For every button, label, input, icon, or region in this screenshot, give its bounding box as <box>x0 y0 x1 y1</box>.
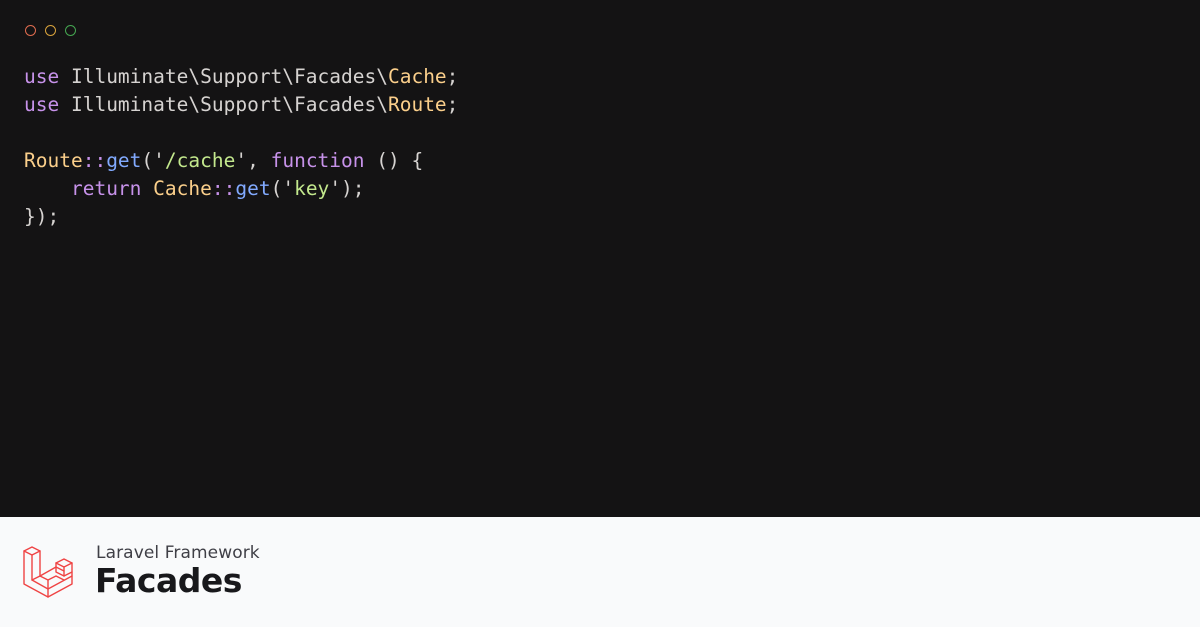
code-token-method: get <box>235 177 271 200</box>
code-token-method: get <box>106 149 142 172</box>
code-token-class: Cache <box>387 65 447 88</box>
minimize-dot-icon[interactable] <box>45 25 56 36</box>
code-token-keyword: use <box>24 65 60 88</box>
code-token-class: Route <box>24 149 83 172</box>
footer-subtitle: Laravel Framework <box>96 543 260 563</box>
code-token-operator: :: <box>211 177 236 200</box>
code-token-class: Route <box>387 93 447 116</box>
code-token-punct: () { <box>364 149 424 172</box>
code-token-text: Illuminate\Support\Facades\ <box>59 93 388 116</box>
code-token-punct: ', <box>235 149 271 172</box>
code-token-punct: (' <box>270 177 295 200</box>
laravel-logo-icon <box>23 546 73 598</box>
code-token-operator: :: <box>82 149 107 172</box>
code-block: use Illuminate\Support\Facades\Cache; use… <box>24 63 458 231</box>
code-token-string: key <box>294 177 330 200</box>
code-token-string: /cache <box>164 149 236 172</box>
code-token-punct: }); <box>24 205 60 228</box>
close-dot-icon[interactable] <box>25 25 36 36</box>
footer-title: Facades <box>95 561 242 600</box>
code-line: }); <box>24 203 458 231</box>
code-line: use Illuminate\Support\Facades\Cache; <box>24 63 458 91</box>
code-token-punct: ; <box>446 65 459 88</box>
code-token-keyword: return <box>70 177 142 200</box>
code-token-punct: (' <box>141 149 165 172</box>
code-editor-panel: use Illuminate\Support\Facades\Cache; use… <box>0 0 1200 517</box>
code-line: use Illuminate\Support\Facades\Route; <box>24 91 458 119</box>
window-controls <box>25 25 76 36</box>
code-token-keyword: use <box>24 93 60 116</box>
code-token-punct: ; <box>446 93 459 116</box>
code-token-class: Cache <box>153 177 212 200</box>
maximize-dot-icon[interactable] <box>65 25 76 36</box>
code-line: Route::get('/cache', function () { <box>24 147 458 175</box>
code-token-punct: '); <box>329 177 365 200</box>
code-line: return Cache::get('key'); <box>24 175 458 203</box>
code-token-text: Illuminate\Support\Facades\ <box>59 65 388 88</box>
code-token-keyword: function <box>270 149 365 172</box>
